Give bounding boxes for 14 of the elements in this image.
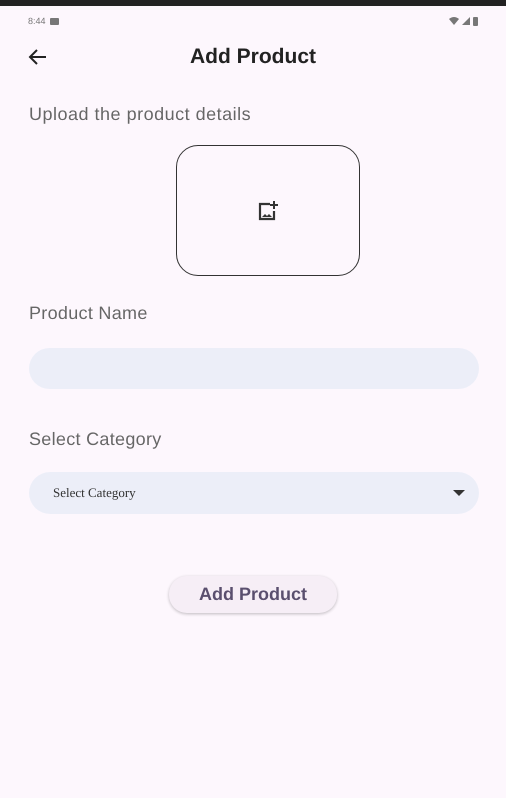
- notification-icon: [50, 18, 59, 24]
- section-heading: Upload the product details: [29, 104, 252, 125]
- field-label: Select Category: [29, 429, 163, 450]
- battery-icon: [473, 16, 478, 26]
- add-product-button[interactable]: Add Product: [169, 576, 337, 613]
- page-title: Add Product: [189, 45, 317, 69]
- dropdown-caret-icon: [453, 490, 465, 496]
- image-upload-button[interactable]: [176, 145, 360, 276]
- wifi-icon: [449, 17, 459, 25]
- status-time: 8:44: [28, 16, 46, 26]
- add-image-icon: [256, 198, 280, 222]
- signal-icon: [462, 17, 470, 25]
- field-label: Product Name: [29, 303, 149, 324]
- category-dropdown[interactable]: Select Category: [29, 472, 479, 514]
